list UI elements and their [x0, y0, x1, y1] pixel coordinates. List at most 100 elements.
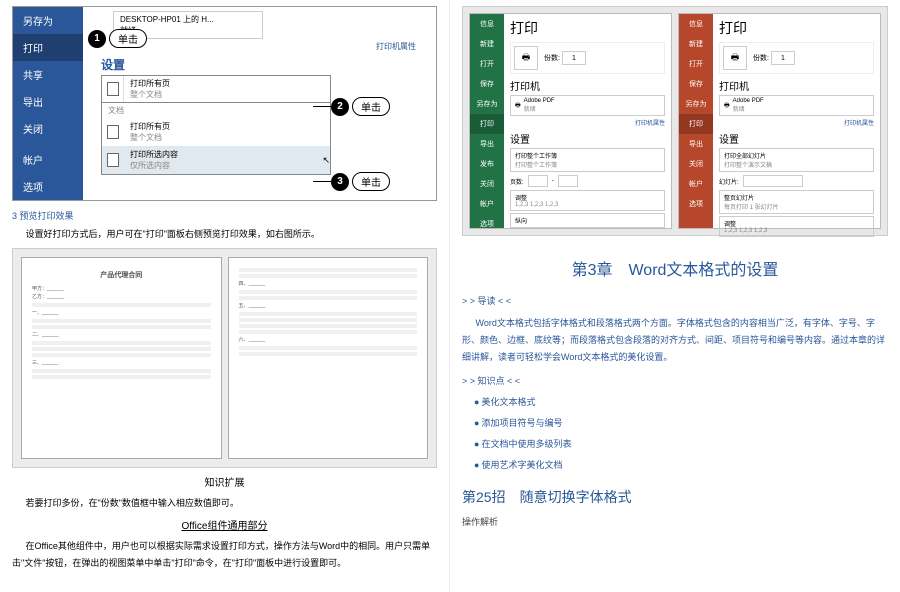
excel-side-export[interactable]: 导出 [470, 134, 504, 154]
callout-1-label: 单击 [109, 29, 147, 48]
word-print-panel: 另存为 打印 共享 导出 关闭 帐户 选项 DESKTOP-HP01 上的 H.… [12, 6, 437, 201]
ppt-side-close[interactable]: 关闭 [679, 154, 713, 174]
printer-icon: 🖶 [522, 50, 531, 66]
sidebar-account[interactable]: 帐户 [13, 146, 83, 173]
ppt-print-button[interactable]: 🖶 [723, 46, 747, 70]
excel-side-info[interactable]: 信息 [470, 14, 504, 34]
print-range-dropdown[interactable]: 打印所有页 整个文档 [101, 75, 331, 103]
sidebar-print[interactable]: 打印 [13, 34, 83, 61]
ppt-opt-layout[interactable]: 整页幻灯片每页打印 1 张幻灯片 [719, 190, 874, 214]
callout-2-label: 单击 [352, 97, 390, 116]
page-from[interactable] [528, 175, 548, 187]
printer-name: DESKTOP-HP01 上的 H... [120, 14, 256, 25]
ppt-print-ui: 信息 新建 打开 保存 另存为 打印 导出 关闭 帐户 选项 打印 🖶 份数: … [678, 13, 881, 229]
nav-points: > > 知识点 < < [462, 374, 888, 387]
page-icon [102, 76, 124, 102]
excel-opt-range[interactable]: 打印整个工作簿打印整个工作簿 [510, 148, 665, 172]
dd-item-title: 打印所有页 [130, 121, 324, 132]
page-icon [102, 119, 124, 145]
excel-side-saveas[interactable]: 另存为 [470, 94, 504, 114]
ppt-side-print[interactable]: 打印 [679, 114, 713, 134]
callout-1-badge: 1 [88, 30, 106, 48]
excel-print-button[interactable]: 🖶 [514, 46, 538, 70]
ppt-side-saveas[interactable]: 另存为 [679, 94, 713, 114]
sidebar-share[interactable]: 共享 [13, 61, 83, 88]
preview-doc-title: 产品代理合同 [32, 270, 211, 281]
nav-intro: > > 导读 < < [462, 294, 888, 307]
ppt-copies-input[interactable] [771, 51, 795, 65]
callout-3-label: 单击 [352, 172, 390, 191]
sidebar-saveas[interactable]: 另存为 [13, 7, 83, 34]
ppt-side-account[interactable]: 帐户 [679, 174, 713, 194]
ppt-opt-collate[interactable]: 调整1,2,3 1,2,3 1,2,3 [719, 216, 874, 237]
ppt-opt-range[interactable]: 打印全部幻灯片打印整个演示文稿 [719, 148, 874, 172]
printer-icon: 🖶 [724, 101, 730, 111]
body-text-2: 若要打印多份，在"份数"数值框中输入相应数值即可。 [12, 495, 437, 511]
excel-printer-props[interactable]: 打印机属性 [510, 118, 665, 127]
chapter-intro: Word文本格式包括字体格式和段落格式两个方面。字体格式包含的内容相当广泛，有字… [462, 315, 888, 366]
ppt-side-save[interactable]: 保存 [679, 74, 713, 94]
excel-sidebar: 信息 新建 打开 保存 另存为 打印 导出 发布 关闭 帐户 选项 [470, 14, 504, 228]
ppt-side-new[interactable]: 新建 [679, 34, 713, 54]
bullet-1[interactable]: 美化文本格式 [474, 395, 888, 408]
page-to[interactable] [558, 175, 578, 187]
excel-opt-collate[interactable]: 调整1,2,3 1,2,3 1,2,3 [510, 190, 665, 211]
ppt-printer-heading: 打印机 [719, 78, 874, 93]
printer-icon: 🖶 [515, 101, 521, 111]
sidebar-options[interactable]: 选项 [13, 173, 83, 200]
sidebar-close[interactable]: 关闭 [13, 115, 83, 142]
dd-item-sub: 整个文档 [130, 132, 324, 143]
excel-side-print[interactable]: 打印 [470, 114, 504, 134]
excel-side-account[interactable]: 帐户 [470, 194, 504, 214]
copies-label: 份数: [544, 53, 560, 63]
bullet-4[interactable]: 使用艺术字美化文档 [474, 458, 888, 471]
excel-side-close[interactable]: 关闭 [470, 174, 504, 194]
excel-side-options[interactable]: 选项 [470, 214, 504, 234]
page-icon [102, 147, 124, 173]
excel-printer-heading: 打印机 [510, 78, 665, 93]
ppt-print-title: 打印 [719, 18, 874, 38]
ppt-settings-heading: 设置 [719, 131, 874, 146]
excel-settings-heading: 设置 [510, 131, 665, 146]
callout-2-badge: 2 [331, 98, 349, 116]
ppt-printer-select[interactable]: 🖶Adobe PDF就绪 [719, 95, 874, 116]
excel-printer-select[interactable]: 🖶Adobe PDF就绪 [510, 95, 665, 116]
word-sidebar: 另存为 打印 共享 导出 关闭 帐户 选项 [13, 7, 83, 200]
excel-side-publish[interactable]: 发布 [470, 154, 504, 174]
trick-25-title: 第25招 随意切换字体格式 [462, 487, 888, 507]
excel-copies-input[interactable] [562, 51, 586, 65]
dd-title: 打印所有页 [130, 78, 324, 89]
excel-side-open[interactable]: 打开 [470, 54, 504, 74]
knowledge-extension-heading: 知识扩展 [12, 474, 437, 489]
dd-item-sub: 仅所选内容 [130, 160, 306, 171]
copies-label: 份数: [753, 53, 769, 63]
dd-sub: 整个文档 [130, 89, 324, 100]
slides-input[interactable] [743, 175, 803, 187]
print-preview-thumbnail: 产品代理合同 甲方：______乙方：______ 一、______ 二、___… [12, 248, 437, 468]
excel-pages-row: 页数: - [510, 175, 665, 187]
ppt-side-info[interactable]: 信息 [679, 14, 713, 34]
dd-item-all[interactable]: 打印所有页 整个文档 [102, 118, 330, 146]
body-text-3: 在Office其他组件中，用户也可以根据实际需求设置打印方式，操作方法与Word… [12, 538, 437, 570]
excel-side-save[interactable]: 保存 [470, 74, 504, 94]
ppt-side-export[interactable]: 导出 [679, 134, 713, 154]
excel-opt-orient[interactable]: 纵向 [510, 213, 665, 228]
ppt-printer-props[interactable]: 打印机属性 [719, 118, 874, 127]
ppt-side-options[interactable]: 选项 [679, 194, 713, 214]
print-range-list: 文档 打印所有页 整个文档 打印所选内容 仅所选内容 ↖ [101, 103, 331, 175]
preview-page-2: 四、______ 五、______ 六、______ [228, 257, 429, 459]
cursor-icon: ↖ [322, 155, 330, 166]
excel-print-ui: 信息 新建 打开 保存 另存为 打印 导出 发布 关闭 帐户 选项 打印 🖶 份… [469, 13, 672, 229]
sidebar-export[interactable]: 导出 [13, 88, 83, 115]
bullet-2[interactable]: 添加项目符号与编号 [474, 416, 888, 429]
trick-sub: 操作解析 [462, 515, 888, 528]
dd-item-selection[interactable]: 打印所选内容 仅所选内容 ↖ [102, 146, 330, 174]
excel-side-new[interactable]: 新建 [470, 34, 504, 54]
preview-page-1: 产品代理合同 甲方：______乙方：______ 一、______ 二、___… [21, 257, 222, 459]
dd-item-title: 打印所选内容 [130, 149, 306, 160]
ppt-side-open[interactable]: 打开 [679, 54, 713, 74]
body-text-1: 设置好打印方式后，用户可在"打印"面板右侧预览打印效果，如右图所示。 [12, 226, 437, 242]
printer-icon: 🖶 [731, 50, 740, 66]
ppt-sidebar: 信息 新建 打开 保存 另存为 打印 导出 关闭 帐户 选项 [679, 14, 713, 228]
bullet-3[interactable]: 在文档中使用多级列表 [474, 437, 888, 450]
